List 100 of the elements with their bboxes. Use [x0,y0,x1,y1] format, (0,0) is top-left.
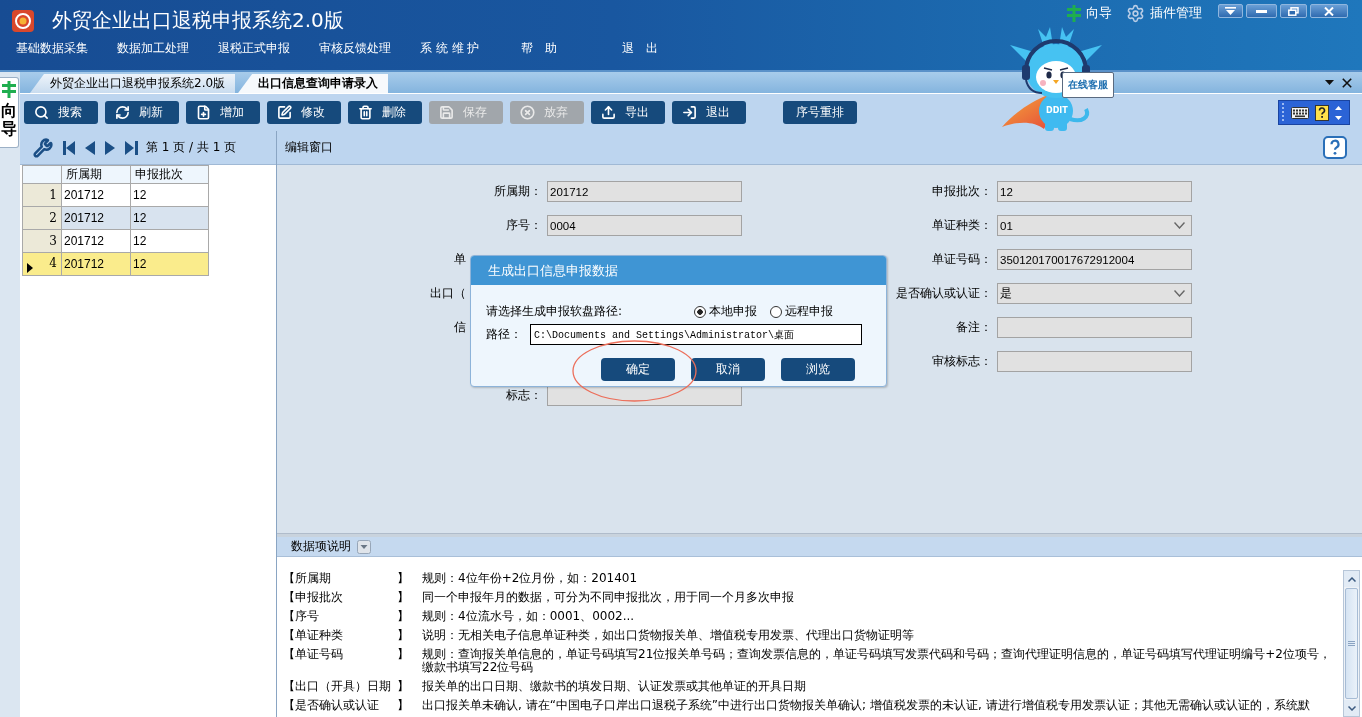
previous-page-icon[interactable] [85,140,95,155]
row-pointer-icon [27,262,33,273]
dialog-title: 生成出口信息申报数据 [471,256,886,285]
menu-item[interactable]: 基础数据采集 [16,40,88,56]
toolbar-button[interactable]: 导出 [591,101,665,124]
chevron-down-icon [1174,290,1185,297]
chevron-up-icon [1347,576,1356,582]
spin-arrows-icon[interactable] [1335,103,1342,122]
chevron-down-icon [1347,705,1356,711]
enter-arrow-icon [682,105,697,120]
table-cell: 12 [130,252,209,276]
plugin-link[interactable]: 插件管理 [1126,4,1202,22]
field-label: 单证种类： [932,217,992,234]
toolbar-button[interactable]: 修改 [267,101,341,124]
text-field[interactable] [997,317,1192,338]
tab[interactable]: 外贸企业出口退税申报系统2.0版 [30,74,236,93]
chevron-down-icon [1174,222,1185,229]
next-page-icon[interactable] [105,140,115,155]
term-label: 【申报批次 [283,591,344,604]
restore-icon [1288,6,1299,16]
chat-sign[interactable]: 在线客服 [1062,72,1114,98]
scroll-up-button[interactable] [1344,571,1359,587]
field-label: 单 [454,251,466,268]
table-row[interactable]: 2 201712 12 [22,206,209,230]
field-label: 序号： [506,217,542,234]
close-icon[interactable] [1342,77,1352,88]
panel-title: 编辑窗口 [285,139,333,156]
field-label: 单证号码： [932,251,992,268]
term-label: 【是否确认或认证 [283,699,380,712]
collapse-icon[interactable] [357,539,371,554]
file-plus-icon [196,105,211,120]
search-icon [34,105,49,120]
table-row[interactable]: 4 201712 12 [22,252,209,276]
table-row[interactable]: 3 201712 12 [22,229,209,253]
closing-bracket: 】 [397,629,410,642]
menu-drop-button[interactable] [1218,4,1243,18]
first-page-icon[interactable] [63,140,75,155]
term-description: 同一个申报年月的数据，可分为不同申报批次，用于同一个月多次申报 [422,591,795,604]
toolbar-button[interactable]: 删除 [348,101,422,124]
text-field[interactable]: 350120170017672912004 [997,249,1192,270]
trash-icon [358,105,373,120]
radio-option[interactable]: 远程申报 [770,303,833,320]
menu-item[interactable]: 系 统 维 护 [420,40,492,56]
keyboard-icon[interactable] [1291,106,1309,119]
column-header[interactable]: 申报批次 [130,165,209,184]
row-number: 2 [49,211,57,225]
tab[interactable]: 出口信息查询申请录入 [238,74,389,93]
guide-tab[interactable]: 向导 [0,77,19,148]
grip-icon [1282,103,1285,122]
toolbar-button[interactable]: 退出 [672,101,746,124]
field-label: 备注： [956,319,992,336]
toolbar-button[interactable]: 搜索 [24,101,98,124]
text-field[interactable]: 12 [997,181,1192,202]
toolbar-button[interactable]: 序号重排 [783,101,857,124]
table-cell: 201712 [61,252,131,276]
scrollbar-thumb[interactable] [1345,588,1358,699]
wrench-icon[interactable] [33,137,53,158]
column-header[interactable]: 所属期 [61,165,131,184]
menu-item[interactable]: 帮 助 [521,40,593,56]
dropdown-field[interactable]: 01 [997,215,1192,236]
scrollbar-track[interactable] [1343,570,1360,717]
path-field[interactable]: C:\Documents and Settings\Administrator\桌面 [530,324,862,345]
dialog-button[interactable]: 确定 [601,358,675,381]
table-row[interactable]: 1 201712 12 [22,183,209,207]
menu-item[interactable]: 审核反馈处理 [319,40,391,56]
dialog-button[interactable]: 浏览 [781,358,855,381]
closing-bracket: 】 [397,648,410,663]
caret-down-icon [1225,7,1236,15]
dropdown-field[interactable]: 是 [997,283,1192,304]
field-label: 信 [454,319,466,336]
radio-option[interactable]: 本地申报 [694,303,757,320]
help-icon[interactable] [1315,104,1329,121]
menu-item[interactable]: 数据加工处理 [117,40,189,56]
closing-bracket: 】 [397,680,410,693]
floppy-icon [439,105,454,120]
restore-button[interactable] [1280,4,1307,18]
close-button[interactable] [1310,4,1348,18]
term-description: 规则：4位年份+2位月份，如：201401 [422,572,639,585]
menu-item[interactable]: 退 出 [622,40,694,56]
table-corner [22,165,62,184]
term-description: 说明：无相关电子信息单证种类，如出口货物报关单、增值税专用发票、代理出口货物证明等 [422,629,915,642]
text-field[interactable]: 201712 [547,181,742,202]
dialog-button[interactable]: 取消 [691,358,765,381]
prompt-text: 请选择生成申报软盘路径: [486,303,623,320]
text-field[interactable]: 0004 [547,215,742,236]
last-page-icon[interactable] [125,140,138,155]
circle-x-icon [520,105,535,120]
guide-link[interactable]: 向导 [1067,4,1112,22]
closing-bracket: 】 [397,572,410,585]
toolbar-button[interactable]: 刷新 [105,101,179,124]
toolbar-button[interactable]: 增加 [186,101,260,124]
pencil-square-icon [277,105,292,120]
term-label: 【所属期 [283,572,332,585]
menu-item[interactable]: 退税正式申报 [218,40,290,56]
text-field[interactable] [997,351,1192,372]
scroll-down-button[interactable] [1344,700,1359,716]
term-description: 规则：4位流水号，如：0001、0002... [422,610,636,623]
minimize-button[interactable] [1246,4,1277,18]
caret-down-icon[interactable] [1325,80,1334,85]
row-number: 4 [49,255,57,270]
